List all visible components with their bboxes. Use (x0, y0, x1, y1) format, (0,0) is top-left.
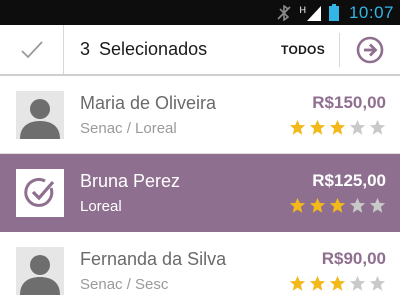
star-filled-icon (289, 197, 306, 213)
select-all-button[interactable]: TODOS (271, 25, 339, 74)
battery-icon (328, 4, 339, 21)
done-button[interactable] (0, 25, 64, 74)
star-empty-icon (369, 275, 386, 291)
avatar (16, 90, 64, 139)
selected-label: Selecionados (99, 39, 208, 59)
item-price: R$125,00 (312, 171, 386, 190)
item-subtitle: Senac / Loreal (80, 119, 177, 137)
check-circle-icon (24, 177, 55, 207)
star-empty-icon (349, 119, 366, 135)
person-icon (20, 254, 60, 295)
clock: 10:07 (348, 2, 394, 22)
star-filled-icon (309, 119, 326, 135)
next-button[interactable] (340, 25, 400, 74)
rating-stars (286, 119, 386, 136)
star-empty-icon (349, 197, 366, 213)
professional-list: Maria de Oliveira Senac / Loreal R$150,0… (0, 76, 400, 300)
list-item[interactable]: Maria de Oliveira Senac / Loreal R$150,0… (0, 76, 400, 154)
star-empty-icon (369, 119, 386, 135)
item-subtitle: Senac / Sesc (80, 275, 169, 293)
list-item[interactable]: Fernanda da Silva Senac / Sesc R$90,00 (0, 232, 400, 300)
star-filled-icon (309, 275, 326, 291)
star-filled-icon (329, 275, 346, 291)
item-name: Fernanda da Silva (80, 248, 227, 269)
selected-check (16, 168, 64, 217)
selected-count: 3 (80, 39, 91, 59)
network-type: H (299, 4, 306, 15)
contextual-action-bar: 3 Selecionados TODOS (0, 25, 400, 76)
item-price: R$150,00 (312, 93, 386, 112)
star-filled-icon (289, 119, 306, 135)
status-bar: H 10:07 (0, 0, 400, 25)
star-filled-icon (329, 197, 346, 213)
selection-title: 3 Selecionados (64, 39, 271, 60)
arrow-right-circle-icon (356, 36, 384, 63)
rating-stars (286, 197, 386, 214)
star-filled-icon (309, 197, 326, 213)
item-price: R$90,00 (321, 249, 386, 268)
item-name: Maria de Oliveira (80, 92, 217, 113)
star-filled-icon (289, 275, 306, 291)
item-subtitle: Loreal (80, 197, 122, 215)
signal-icon: H (299, 5, 321, 21)
star-empty-icon (369, 197, 386, 213)
star-filled-icon (329, 119, 346, 135)
list-item-selected[interactable]: Bruna Perez Loreal R$125,00 (0, 154, 400, 232)
star-empty-icon (349, 275, 366, 291)
person-icon (20, 98, 60, 139)
item-name: Bruna Perez (80, 170, 181, 191)
checkmark-icon (20, 40, 43, 58)
avatar (16, 246, 64, 295)
rating-stars (286, 275, 386, 292)
bluetooth-off-icon (277, 4, 292, 21)
